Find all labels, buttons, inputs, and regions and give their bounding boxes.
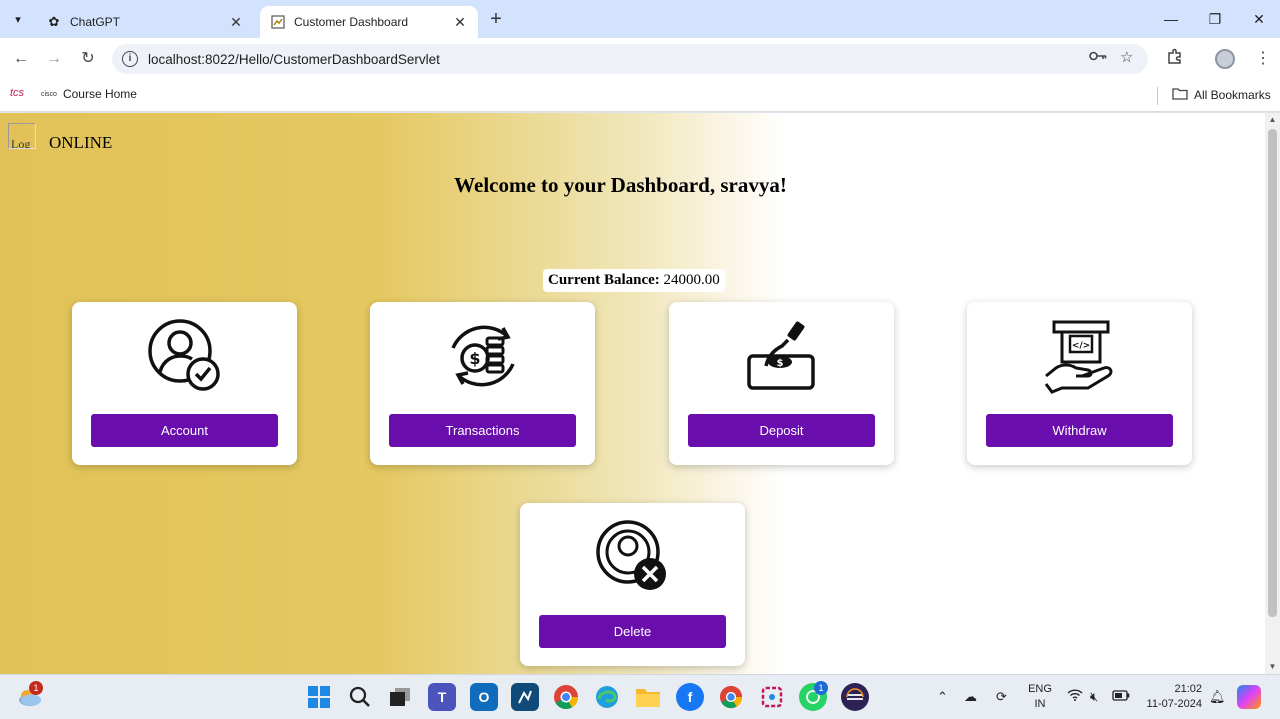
teams-icon[interactable]: T — [428, 683, 456, 711]
account-card: Account — [72, 302, 297, 465]
folder-icon — [1172, 87, 1188, 103]
windows-start-icon[interactable] — [305, 683, 333, 711]
delete-button[interactable]: Delete — [539, 615, 726, 648]
bookmark-star-icon[interactable]: ☆ — [1120, 48, 1133, 66]
logo-alt-text: Log — [11, 137, 31, 149]
chrome-icon[interactable] — [717, 683, 745, 711]
tab-chatgpt[interactable]: ✿ ChatGPT ✕ — [36, 6, 254, 38]
battery-icon[interactable] — [1112, 689, 1130, 704]
chevron-up-icon[interactable]: ⌃ — [937, 689, 948, 705]
scroll-up-arrow-icon[interactable]: ▲ — [1265, 113, 1280, 127]
bookmarks-divider — [1157, 87, 1158, 105]
bookmark-tcs[interactable]: tcs — [10, 87, 24, 99]
file-explorer-icon[interactable] — [634, 683, 662, 711]
deposit-hand-icon: $ — [747, 321, 815, 390]
onedrive-icon[interactable]: ☁ — [964, 689, 977, 705]
svg-text:</>: </> — [1072, 341, 1090, 351]
transactions-card: $ Transactions — [370, 302, 595, 465]
back-button[interactable]: ← — [8, 47, 34, 71]
reload-button[interactable]: ↻ — [75, 47, 101, 71]
mysql-workbench-icon[interactable] — [511, 683, 539, 711]
url-text: localhost:8022/Hello/CustomerDashboardSe… — [148, 51, 440, 67]
site-info-icon[interactable]: i — [122, 51, 138, 67]
eclipse-icon[interactable] — [841, 683, 869, 711]
outlook-icon[interactable]: O — [470, 683, 498, 711]
system-clock[interactable]: 21:02 11-07-2024 — [1144, 682, 1202, 712]
copilot-icon[interactable] — [1237, 685, 1261, 709]
scroll-thumb[interactable] — [1268, 129, 1277, 617]
deposit-button[interactable]: Deposit — [688, 414, 875, 447]
facebook-icon[interactable]: f — [676, 683, 704, 711]
page-favicon-icon — [270, 14, 286, 30]
tab-title: Customer Dashboard — [294, 15, 409, 29]
all-bookmarks-button[interactable]: All Bookmarks — [1172, 87, 1271, 103]
bookmarks-bar: tcs cisco Course Home All Bookmarks — [0, 80, 1280, 112]
money-cycle-icon: $ — [451, 325, 515, 387]
tab-strip: ▾ ✿ ChatGPT ✕ Customer Dashboard ✕ + — ❐… — [0, 0, 1280, 38]
extensions-icon[interactable] — [1167, 48, 1184, 70]
svg-text:$: $ — [469, 349, 480, 368]
profile-avatar[interactable] — [1215, 49, 1235, 69]
withdraw-button[interactable]: Withdraw — [986, 414, 1173, 447]
svg-text:$: $ — [777, 358, 784, 369]
page-scrollbar[interactable]: ▲ ▼ — [1265, 113, 1280, 674]
account-button[interactable]: Account — [91, 414, 278, 447]
deposit-card: $ Deposit — [669, 302, 894, 465]
chatgpt-icon: ✿ — [48, 14, 60, 29]
taskbar: 1 T O f 1 ⌃ ☁ ⟳ ENG IN 🔇︎ 21:02 11-07-20… — [0, 674, 1280, 719]
tab-title: ChatGPT — [70, 15, 121, 29]
clock-date: 11-07-2024 — [1146, 698, 1202, 710]
balance-label: Current Balance: — [548, 272, 660, 288]
snipping-tool-icon[interactable] — [758, 683, 786, 711]
password-key-icon[interactable] — [1089, 49, 1107, 66]
brand-name: ONLINE — [49, 133, 113, 152]
minimize-button[interactable]: — — [1150, 6, 1192, 32]
user-check-icon — [148, 319, 220, 391]
clock-time: 21:02 — [1174, 683, 1202, 695]
page-viewport: Log ONLINE Welcome to your Dashboard, sr… — [0, 113, 1265, 674]
scroll-down-arrow-icon[interactable]: ▼ — [1265, 660, 1280, 674]
withdraw-card: </> Withdraw — [967, 302, 1192, 465]
atm-withdraw-icon: </> — [1044, 320, 1113, 394]
volume-muted-icon[interactable]: 🔇︎ — [1090, 689, 1098, 705]
balance-value: 24000.00 — [663, 272, 720, 288]
edge-icon[interactable] — [593, 683, 621, 711]
address-bar[interactable]: i localhost:8022/Hello/CustomerDashboard… — [112, 44, 1148, 74]
language-indicator[interactable]: ENG IN — [1026, 682, 1054, 712]
more-menu-icon[interactable]: ⋮ — [1255, 48, 1271, 68]
transactions-button[interactable]: Transactions — [389, 414, 576, 447]
tab-search-button[interactable]: ▾ — [6, 8, 30, 30]
bookmark-label: All Bookmarks — [1194, 88, 1271, 102]
delete-card: Delete — [520, 503, 745, 666]
weather-badge: 1 — [29, 681, 43, 695]
restore-button[interactable]: ❐ — [1194, 6, 1236, 32]
task-view-icon[interactable] — [386, 683, 414, 711]
sync-icon[interactable]: ⟳ — [996, 689, 1007, 705]
broken-logo-image: Log — [8, 123, 36, 149]
cisco-logo-icon: cisco — [41, 90, 57, 98]
new-tab-button[interactable]: + — [484, 9, 508, 31]
tcs-logo-icon: tcs — [10, 87, 25, 99]
bookmark-label: Course Home — [62, 87, 137, 101]
whatsapp-badge: 1 — [814, 681, 828, 695]
wifi-icon[interactable] — [1067, 689, 1083, 704]
bookmark-course-home[interactable]: cisco Course Home — [41, 87, 137, 101]
current-balance: Current Balance: 24000.00 — [543, 269, 725, 292]
close-icon[interactable]: ✕ — [452, 14, 468, 30]
region-code: IN — [1034, 698, 1046, 710]
language-code: ENG — [1028, 683, 1052, 695]
chrome-icon-active[interactable] — [552, 683, 580, 711]
browser-toolbar: ← → ↻ i localhost:8022/Hello/CustomerDas… — [0, 38, 1280, 80]
forward-button[interactable]: → — [41, 47, 67, 71]
welcome-heading: Welcome to your Dashboard, sravya! — [454, 173, 787, 197]
close-window-button[interactable]: ✕ — [1238, 6, 1280, 32]
user-delete-icon — [596, 520, 666, 590]
tab-customer-dashboard[interactable]: Customer Dashboard ✕ — [260, 6, 478, 38]
close-icon[interactable]: ✕ — [228, 14, 244, 30]
search-icon[interactable] — [346, 683, 374, 711]
notification-bell-icon[interactable]: 🔔︎ — [1209, 689, 1226, 705]
